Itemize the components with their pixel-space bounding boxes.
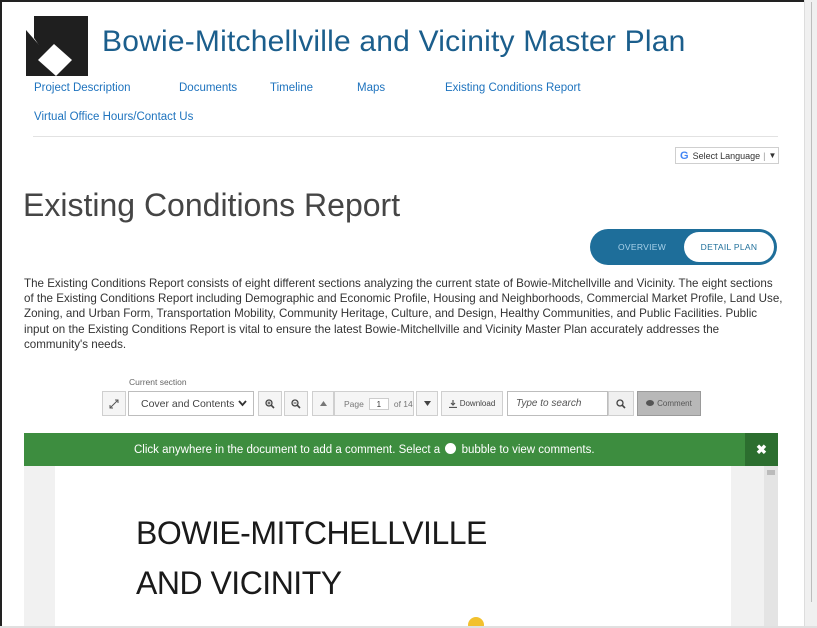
site-title[interactable]: Bowie-Mitchellville and Vicinity Master … — [102, 25, 685, 59]
page-scroll-track — [811, 2, 812, 602]
banner-text-before: Click anywhere in the document to add a … — [134, 444, 441, 456]
previous-page-button[interactable] — [312, 391, 334, 416]
page-scrollbar[interactable] — [804, 0, 817, 628]
viewer-scrollbar[interactable] — [764, 466, 778, 628]
page-indicator: Page 1 of 14 — [334, 391, 414, 416]
document-title-line-1: BOWIE-MITCHELLVILLE — [136, 515, 487, 551]
nav-maps[interactable]: Maps — [357, 82, 385, 94]
nav-divider — [33, 136, 778, 137]
download-label: Download — [459, 399, 496, 408]
comment-label: Comment — [657, 399, 692, 408]
nav-existing-conditions-report[interactable]: Existing Conditions Report — [445, 82, 581, 94]
language-select-label: Select Language — [692, 150, 761, 161]
page-label: Page — [344, 398, 364, 409]
search-button[interactable] — [608, 391, 634, 416]
language-select-separator: | — [763, 150, 766, 161]
page-title: Existing Conditions Report — [23, 187, 401, 223]
comment-instructions-banner: Click anywhere in the document to add a … — [24, 433, 778, 466]
next-page-button[interactable] — [416, 391, 438, 416]
nav-timeline[interactable]: Timeline — [270, 82, 313, 94]
banner-text-after: bubble to view comments. — [461, 444, 595, 456]
language-select[interactable]: G Select Language | ▼ — [675, 147, 779, 164]
toggle-detail-plan[interactable]: DETAIL PLAN — [684, 232, 774, 262]
nav-row-2: Virtual Office Hours/Contact Us — [34, 111, 778, 125]
comment-bubble-icon — [646, 400, 655, 406]
main-nav: Project Description Documents Timeline M… — [34, 82, 778, 140]
chevron-down-icon: ▼ — [768, 151, 777, 160]
google-g-icon: G — [680, 149, 689, 162]
section-select-value: Cover and Contents — [141, 397, 235, 410]
zoom-in-button[interactable] — [258, 391, 282, 416]
document-search-input[interactable]: Type to search — [507, 391, 608, 416]
search-icon — [616, 398, 626, 409]
toggle-overview[interactable]: OVERVIEW — [602, 229, 682, 265]
close-banner-button[interactable]: ✖ — [745, 433, 778, 466]
zoom-out-button[interactable] — [284, 391, 308, 416]
page-total: of 14 — [393, 398, 413, 409]
comment-bubble-icon — [445, 443, 457, 454]
nav-virtual-office-hours[interactable]: Virtual Office Hours/Contact Us — [34, 111, 193, 123]
section-select[interactable]: Cover and Contents — [128, 391, 254, 416]
page-number-input[interactable]: 1 — [368, 397, 389, 410]
viewer-scroll-thumb[interactable] — [767, 470, 775, 475]
nav-documents[interactable]: Documents — [179, 82, 237, 94]
search-placeholder: Type to search — [516, 398, 582, 409]
caret-down-icon — [423, 401, 431, 406]
download-button[interactable]: Download — [441, 391, 503, 416]
comment-button[interactable]: Comment — [637, 391, 701, 416]
document-title-line-2: AND VICINITY — [136, 565, 342, 601]
expand-icon — [109, 399, 119, 408]
intro-paragraph: The Existing Conditions Report consists … — [24, 277, 783, 351]
fullscreen-button[interactable] — [102, 391, 126, 416]
zoom-in-icon — [265, 398, 275, 409]
chevron-down-icon — [238, 397, 247, 412]
zoom-out-icon — [291, 398, 301, 409]
caret-up-icon — [319, 401, 327, 406]
nav-row-1: Project Description Documents Timeline M… — [34, 82, 778, 96]
download-icon — [448, 399, 457, 408]
overview-detail-toggle[interactable]: OVERVIEW DETAIL PLAN — [590, 229, 777, 265]
banner-message: Click anywhere in the document to add a … — [134, 443, 595, 456]
site-logo[interactable] — [26, 16, 88, 76]
current-section-label: Current section — [129, 377, 187, 387]
nav-project-description[interactable]: Project Description — [34, 82, 131, 94]
